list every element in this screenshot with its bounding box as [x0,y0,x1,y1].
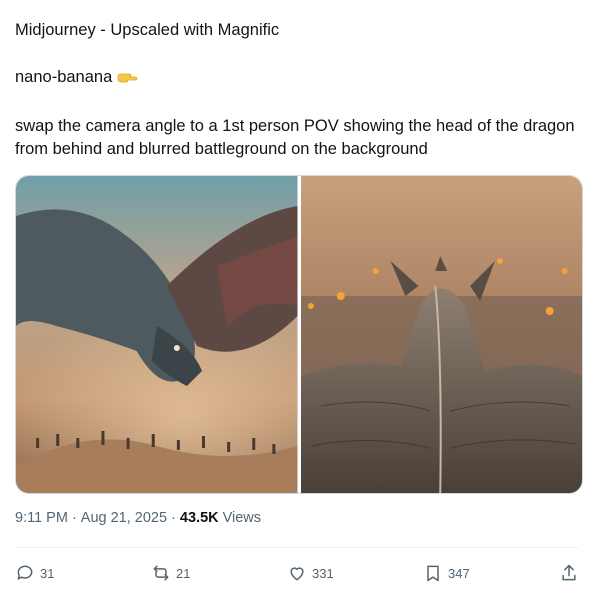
share-icon [562,564,576,581]
repost-icon [153,565,169,581]
media-grid [15,175,583,494]
meta-separator: · [71,510,77,526]
like-count: 331 [312,565,334,581]
bookmark-count: 347 [448,565,470,581]
repost-count: 21 [176,565,191,581]
tweet-text-line-3: swap the camera angle to a 1st person PO… [15,117,575,158]
reply-icon [17,565,33,580]
pointing-right-emoji-icon [116,69,138,87]
tweet-text-nano-banana: nano-banana [15,68,113,86]
tweet-text-line-1: Midjourney - Upscaled with Magnific [15,21,280,39]
like-button[interactable]: 331 [287,563,407,583]
dragon-flying-image[interactable] [16,176,298,493]
action-bar: 31 21 331 347 [15,560,579,586]
tweet-time[interactable]: 9:11 PM [15,510,68,526]
share-button[interactable] [559,563,579,583]
dragon-back-image[interactable] [300,176,582,493]
reply-count: 31 [40,565,55,581]
views-count: 43.5K [179,510,219,526]
divider [15,547,579,548]
tweet-text-line-2: nano-banana [15,66,138,89]
repost-button[interactable]: 21 [151,563,271,583]
bookmark-button[interactable]: 347 [423,563,543,583]
views-label: Views [222,510,262,526]
meta-separator: · [171,510,176,526]
tweet-date[interactable]: Aug 21, 2025 [81,510,167,526]
bookmark-icon [427,565,439,582]
reply-button[interactable]: 31 [15,563,135,583]
tweet-meta: 9:11 PM · Aug 21, 2025 · 43.5K Views [15,510,261,526]
like-icon [290,567,304,581]
